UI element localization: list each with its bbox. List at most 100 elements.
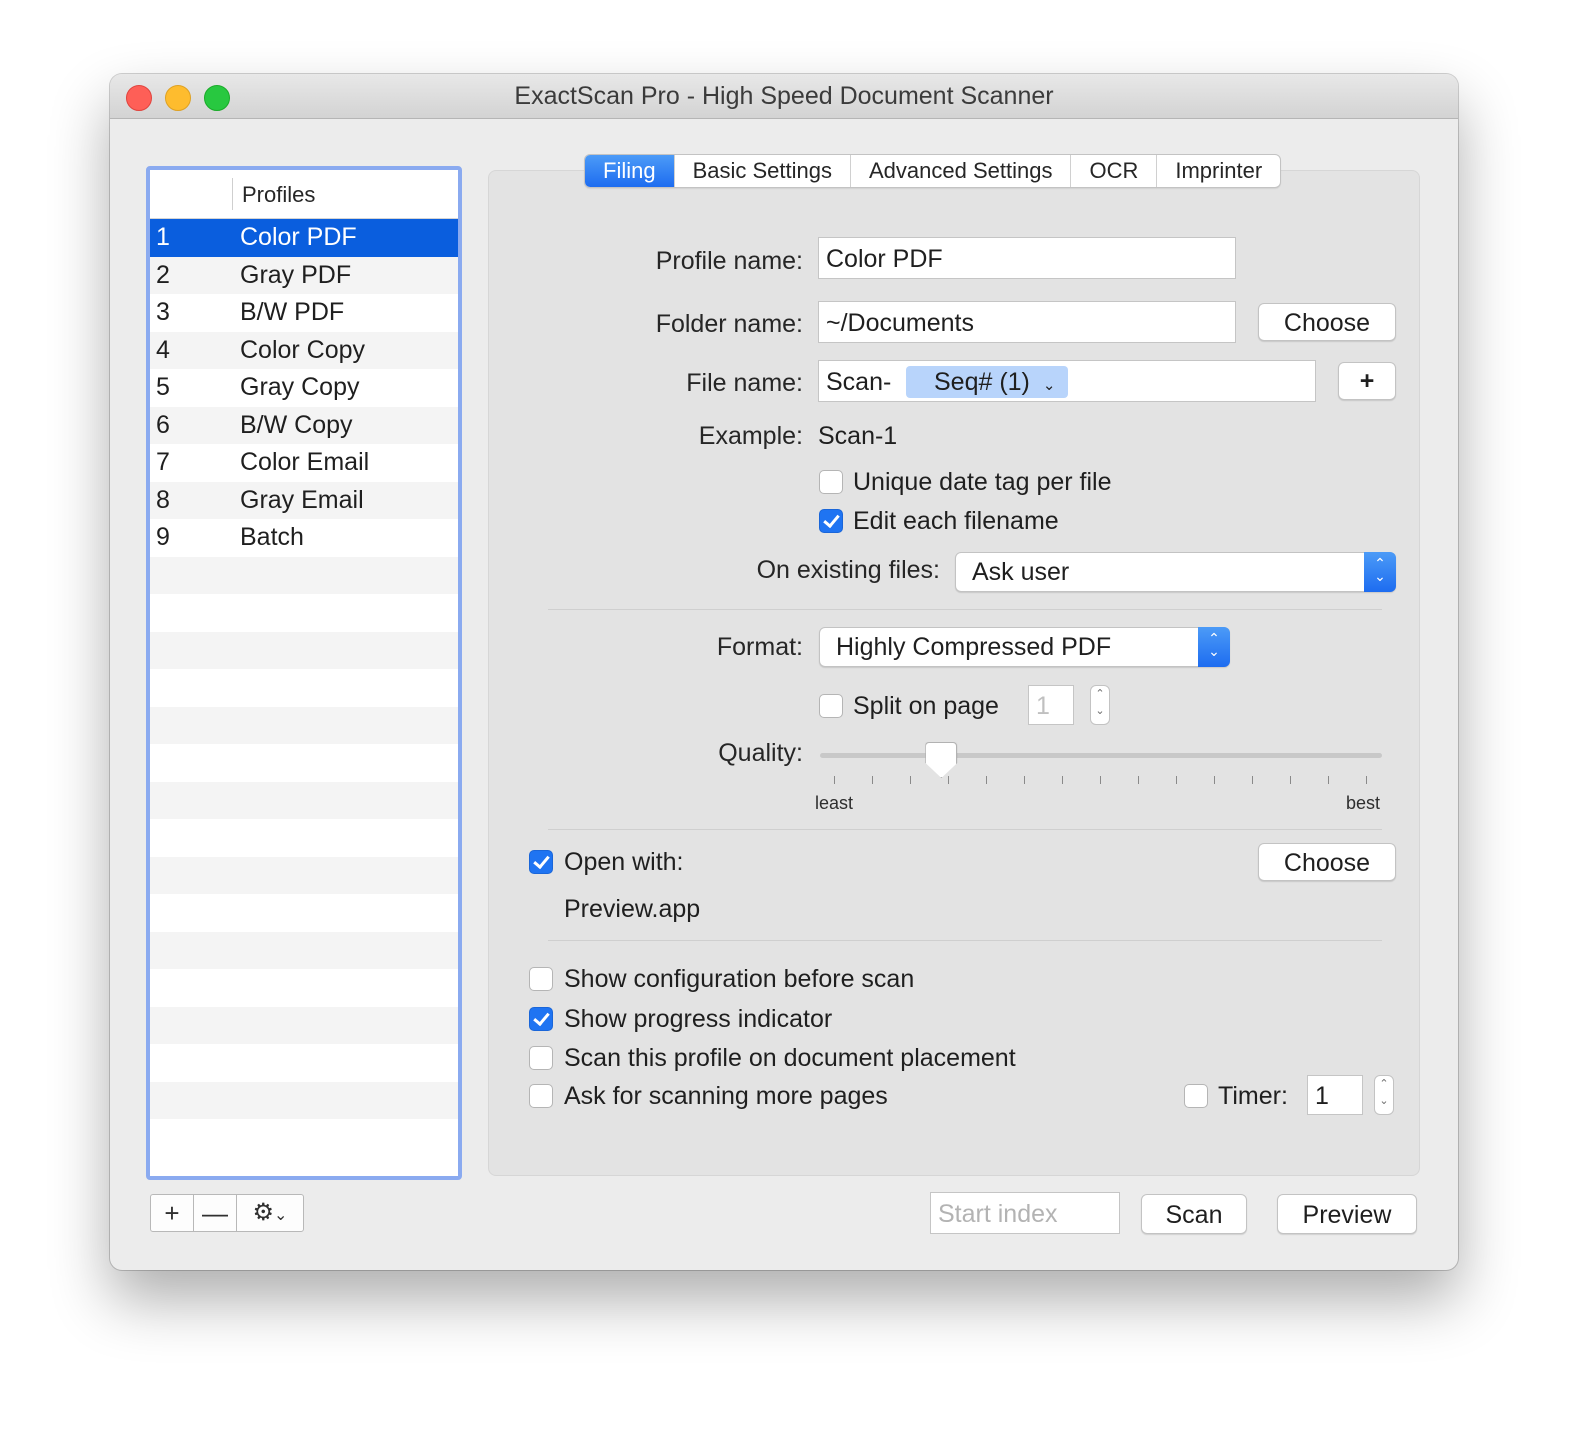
scan-on-placement-checkbox[interactable] — [529, 1046, 553, 1070]
preview-button[interactable]: Preview — [1277, 1194, 1417, 1234]
unique-date-tag-label: Unique date tag per file — [853, 468, 1112, 496]
ask-more-pages-checkbox[interactable] — [529, 1084, 553, 1108]
profile-index: 6 — [156, 410, 170, 439]
ask-more-pages-label: Ask for scanning more pages — [564, 1082, 888, 1110]
timer-checkbox[interactable] — [1184, 1084, 1208, 1108]
empty-row — [150, 856, 458, 894]
profile-row[interactable]: 4 Color Copy — [150, 331, 458, 369]
profile-name: Color PDF — [240, 223, 357, 251]
profiles-table[interactable]: Profiles 1 Color PDF 2 Gray PDF 3 B/W PDF 4 Col… — [146, 166, 462, 1180]
separator — [548, 609, 1382, 610]
open-with-checkbox[interactable] — [529, 850, 553, 874]
profile-name: Gray PDF — [240, 260, 352, 289]
slider-tick — [986, 776, 987, 784]
show-configuration-label: Show configuration before scan — [564, 965, 915, 993]
empty-row — [150, 1044, 458, 1082]
format-label: Format: — [716, 633, 803, 661]
profiles-rows: 1 Color PDF 2 Gray PDF 3 B/W PDF 4 Color Copy 5 G… — [150, 219, 458, 1157]
show-configuration-checkbox[interactable] — [529, 967, 553, 991]
profile-index: 2 — [156, 260, 170, 289]
profile-row[interactable]: 9 Batch — [150, 519, 458, 557]
format-value: Highly Compressed PDF — [836, 633, 1112, 661]
empty-row — [150, 931, 458, 969]
open-with-label: Open with: — [564, 848, 684, 876]
slider-tick — [1214, 776, 1215, 784]
gear-icon: ⚙ — [252, 1199, 275, 1226]
file-name-token[interactable]: Seq# (1) ⌄ — [906, 366, 1068, 398]
column-divider — [232, 178, 233, 210]
split-page-stepper[interactable]: ⌃ ⌄ — [1090, 685, 1110, 725]
tab-filing[interactable]: Filing — [585, 155, 675, 187]
example-label: Example: — [698, 422, 803, 450]
tab-advanced-settings[interactable]: Advanced Settings — [851, 155, 1072, 187]
profile-name: Gray Copy — [240, 373, 360, 401]
choose-folder-button[interactable]: Choose — [1258, 303, 1396, 341]
slider-tick — [1290, 776, 1291, 784]
empty-row — [150, 631, 458, 669]
on-existing-files-popup[interactable]: Ask user ⌃ ⌄ — [955, 552, 1396, 592]
start-index-field[interactable]: Start index — [930, 1192, 1120, 1234]
tab-ocr[interactable]: OCR — [1071, 155, 1158, 187]
scan-button[interactable]: Scan — [1141, 1194, 1247, 1234]
slider-tick — [1024, 776, 1025, 784]
remove-profile-button[interactable]: — — [194, 1195, 237, 1231]
add-profile-button[interactable]: + — [151, 1195, 194, 1231]
add-token-button[interactable]: + — [1338, 362, 1396, 400]
profile-index: 8 — [156, 485, 170, 514]
split-on-page-label: Split on page — [853, 692, 999, 720]
slider-tick — [1252, 776, 1253, 784]
format-popup[interactable]: Highly Compressed PDF ⌃ ⌄ — [819, 627, 1230, 667]
folder-name-label: Folder name: — [655, 310, 803, 338]
empty-row — [150, 1119, 458, 1157]
tab-basic-settings[interactable]: Basic Settings — [675, 155, 851, 187]
profile-row[interactable]: 1 Color PDF — [150, 219, 458, 257]
slider-tick — [1138, 776, 1139, 784]
timer-field[interactable]: 1 — [1307, 1075, 1363, 1115]
profile-name: Batch — [240, 523, 304, 551]
profile-name-label: Profile name: — [655, 247, 803, 275]
start-index-placeholder: Start index — [938, 1200, 1058, 1228]
profile-row[interactable]: 2 Gray PDF — [150, 256, 458, 294]
empty-row — [150, 781, 458, 819]
stepper-down-icon: ⌄ — [1095, 705, 1105, 717]
empty-row — [150, 556, 458, 594]
separator — [548, 829, 1382, 830]
quality-label: Quality: — [718, 739, 803, 767]
profile-actions-bar: + — ⚙⌄ — [150, 1194, 304, 1232]
timer-stepper[interactable]: ⌃ ⌄ — [1374, 1075, 1394, 1115]
popup-arrows-icon: ⌃ ⌄ — [1198, 627, 1230, 667]
unique-date-tag-checkbox[interactable] — [819, 470, 843, 494]
gear-menu-button[interactable]: ⚙⌄ — [237, 1195, 303, 1231]
empty-row — [150, 894, 458, 932]
profile-index: 4 — [156, 335, 170, 364]
profile-row[interactable]: 7 Color Email — [150, 444, 458, 482]
profile-row[interactable]: 3 B/W PDF — [150, 294, 458, 332]
profile-index: 9 — [156, 523, 170, 551]
show-progress-label: Show progress indicator — [564, 1005, 833, 1033]
profile-row[interactable]: 8 Gray Email — [150, 481, 458, 519]
split-page-count-field[interactable]: 1 — [1028, 685, 1074, 725]
empty-row — [150, 594, 458, 632]
split-on-page-checkbox[interactable] — [819, 694, 843, 718]
quality-slider-track[interactable] — [820, 753, 1382, 758]
edit-each-filename-checkbox[interactable] — [819, 509, 843, 533]
on-existing-files-label: On existing files: — [756, 556, 940, 584]
profile-row[interactable]: 5 Gray Copy — [150, 369, 458, 407]
profiles-column-header: Profiles — [242, 182, 316, 207]
slider-tick — [948, 776, 949, 784]
open-with-app-name: Preview.app — [564, 895, 701, 923]
profiles-table-header[interactable]: Profiles — [150, 170, 458, 219]
chevron-down-icon: ⌄ — [1042, 377, 1056, 394]
timer-label: Timer: — [1218, 1082, 1288, 1110]
profile-name: Color Copy — [240, 335, 366, 364]
profile-name-field[interactable]: Color PDF — [818, 237, 1236, 279]
folder-name-field[interactable]: ~/Documents — [818, 301, 1236, 343]
slider-tick — [910, 776, 911, 784]
choose-app-button[interactable]: Choose — [1258, 843, 1396, 881]
file-name-prefix: Scan- — [826, 368, 892, 396]
profile-index: 1 — [156, 223, 170, 251]
tab-imprinter[interactable]: Imprinter — [1157, 155, 1280, 187]
empty-row — [150, 1081, 458, 1119]
show-progress-checkbox[interactable] — [529, 1007, 553, 1031]
profile-row[interactable]: 6 B/W Copy — [150, 406, 458, 444]
